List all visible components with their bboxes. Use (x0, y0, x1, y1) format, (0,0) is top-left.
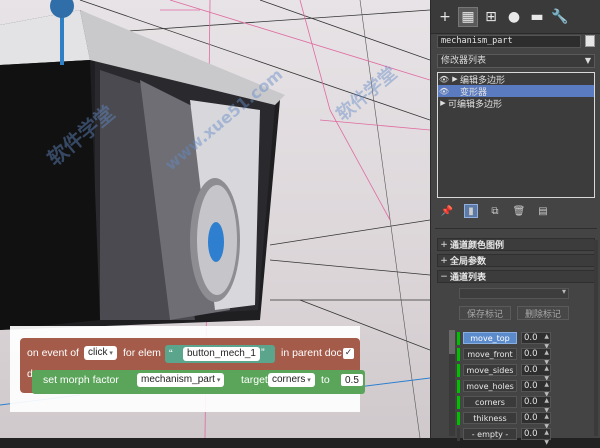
modifier-list-dropdown[interactable]: 修改器列表 ▼ (437, 54, 595, 68)
channel-value[interactable]: 0.0 (524, 397, 538, 407)
make-unique-icon[interactable]: ⧉ (488, 204, 502, 218)
stack-item-edit-poly[interactable]: 👁 ▶ 编辑多边形 (438, 73, 594, 86)
marker-dropdown[interactable]: ▾ (459, 287, 569, 299)
eye-icon[interactable]: 👁 (438, 75, 450, 84)
event-dropdown[interactable]: click (84, 346, 117, 360)
chevron-down-icon: ▾ (561, 287, 566, 296)
elem-name-field[interactable]: button_mech_1 (183, 347, 260, 361)
rollout-expand-icon: + (440, 239, 448, 250)
channel-list: move_top 0.0 ▲ ▼ move_front 0.0 ▲ ▼ move_sid… (457, 330, 575, 446)
elem-string-block[interactable]: “ button_mech_1 ” (165, 345, 275, 363)
to-label: to (321, 374, 330, 386)
for-elem-label: for elem (123, 347, 161, 359)
channel-row: move_sides 0.0 ▲ ▼ (457, 362, 575, 382)
save-marker-button[interactable]: 保存标记 (459, 306, 511, 320)
target-dropdown[interactable]: corners (268, 373, 315, 387)
command-panel-tabs: + ▦ ⊞ ● ▬ 🔧 (431, 0, 600, 34)
rollout-global-params[interactable]: + 全局参数 (437, 254, 595, 267)
panel-scrollbar[interactable] (594, 240, 598, 436)
value-field[interactable]: 0.5 (340, 373, 364, 387)
channel-name-button[interactable]: corners (463, 396, 517, 408)
rollout-channel-list[interactable]: − 通道列表 (437, 270, 595, 283)
channel-value-spinner[interactable]: 0.0 ▲ ▼ (521, 332, 551, 350)
channel-name-button[interactable]: - empty - (463, 428, 517, 440)
3d-viewport[interactable]: 软件学堂 www.xue51.com 软件学堂 on event of clic… (0, 0, 430, 438)
channel-value[interactable]: 0.0 (524, 349, 538, 359)
command-panel: + ▦ ⊞ ● ▬ 🔧 mechanism_part 修改器列表 ▼ 👁 ▶ 编… (430, 0, 600, 446)
delete-marker-button[interactable]: 删除标记 (517, 306, 569, 320)
stack-item-label: 可编辑多边形 (448, 99, 503, 110)
channel-row: thikness 0.0 ▲ ▼ (457, 410, 575, 430)
set-morph-label: set morph factor (43, 374, 119, 386)
channel-value-spinner[interactable]: 0.0 ▲ ▼ (521, 396, 551, 414)
channel-status-bar (457, 331, 460, 345)
rollout-expand-icon: + (440, 255, 448, 266)
channel-value-spinner[interactable]: 0.0 ▲ ▼ (521, 380, 551, 398)
channel-value[interactable]: 0.0 (524, 333, 538, 343)
configure-modifier-sets-icon[interactable]: ▤ (536, 204, 550, 218)
in-parent-doc-label: in parent doc (281, 347, 342, 359)
object-name-field[interactable]: mechanism_part (437, 34, 582, 48)
rollout-label: 全局参数 (450, 257, 487, 267)
channel-scrollbar[interactable] (449, 330, 455, 436)
utilities-icon[interactable]: 🔧 (550, 7, 570, 27)
on-event-label: on event of (27, 347, 79, 359)
rollout-label: 通道颜色图例 (450, 241, 505, 251)
target-label: target (241, 374, 268, 386)
channel-row: corners 0.0 ▲ ▼ (457, 394, 575, 414)
modifier-list-label: 修改器列表 (441, 56, 487, 66)
modify-icon[interactable]: ▦ (458, 6, 478, 27)
channel-status-bar (457, 411, 460, 425)
motion-icon[interactable]: ● (504, 7, 524, 27)
channel-status-bar (457, 379, 460, 393)
channel-name-button[interactable]: move_sides (463, 364, 517, 376)
show-end-result-icon[interactable]: ▮ (464, 204, 478, 218)
quote-open: “ (169, 348, 173, 360)
channel-row: move_front 0.0 ▲ ▼ (457, 346, 575, 366)
channel-value[interactable]: 0.0 (524, 365, 538, 375)
spinner-arrows-icon[interactable]: ▲ ▼ (544, 428, 549, 448)
channel-value-spinner[interactable]: 0.0 ▲ ▼ (521, 348, 551, 366)
stack-item-editable-poly[interactable]: ▶ 可编辑多边形 (438, 97, 594, 110)
object-color-swatch[interactable] (585, 35, 595, 47)
pin-stack-icon[interactable]: 📌 (440, 204, 454, 218)
object-dropdown[interactable]: mechanism_part (137, 373, 225, 387)
in-parent-doc-checkbox[interactable]: ✓ (343, 348, 354, 359)
remove-modifier-icon[interactable]: 🗑 (512, 204, 526, 218)
create-plus-icon[interactable]: + (435, 7, 455, 27)
channel-value-spinner[interactable]: 0.0 ▲ ▼ (521, 412, 551, 430)
chevron-down-icon: ▼ (584, 56, 591, 65)
modifier-stack[interactable]: 👁 ▶ 编辑多边形 👁 变形器 ▶ 可编辑多边形 (437, 72, 595, 198)
channel-value-spinner[interactable]: 0.0 ▲ ▼ (521, 364, 551, 382)
channel-name-button[interactable]: move_holes (463, 380, 517, 392)
channel-status-bar (457, 427, 460, 441)
stack-toolbar: 📌 ▮ ⧉ 🗑 ▤ (437, 203, 595, 219)
scrollbar-thumb[interactable] (449, 330, 455, 354)
rollout-channel-color-legend[interactable]: + 通道颜色图例 (437, 238, 595, 251)
panel-divider (435, 228, 597, 229)
channel-row: - empty - 0.0 ▲ ▼ (457, 426, 575, 446)
channel-row: move_holes 0.0 ▲ ▼ (457, 378, 575, 398)
channel-value-spinner[interactable]: 0.0 ▲ ▼ (521, 428, 551, 446)
channel-name-button[interactable]: thikness (463, 412, 517, 424)
channel-status-bar (457, 347, 460, 361)
stack-item-morpher[interactable]: 👁 变形器 (438, 85, 594, 98)
display-icon[interactable]: ▬ (527, 7, 547, 27)
channel-value[interactable]: 0.0 (524, 381, 538, 391)
channel-status-bar (457, 395, 460, 409)
rollout-collapse-icon: − (440, 271, 448, 282)
hierarchy-icon[interactable]: ⊞ (481, 7, 501, 27)
channel-value[interactable]: 0.0 (524, 413, 538, 423)
quote-close: ” (261, 347, 265, 359)
object-name-row: mechanism_part (437, 34, 595, 48)
expand-arrow-icon[interactable]: ▶ (438, 99, 448, 107)
channel-name-button[interactable]: move_front (463, 348, 517, 360)
blockly-workspace[interactable]: on event of click for elem “ button_mech… (10, 326, 365, 412)
eye-icon[interactable]: 👁 (438, 87, 450, 96)
channel-row: move_top 0.0 ▲ ▼ (457, 330, 575, 350)
channel-status-bar (457, 363, 460, 377)
rollout-label: 通道列表 (450, 273, 487, 283)
channel-name-button[interactable]: move_top (463, 332, 517, 344)
expand-arrow-icon[interactable]: ▶ (450, 75, 460, 83)
